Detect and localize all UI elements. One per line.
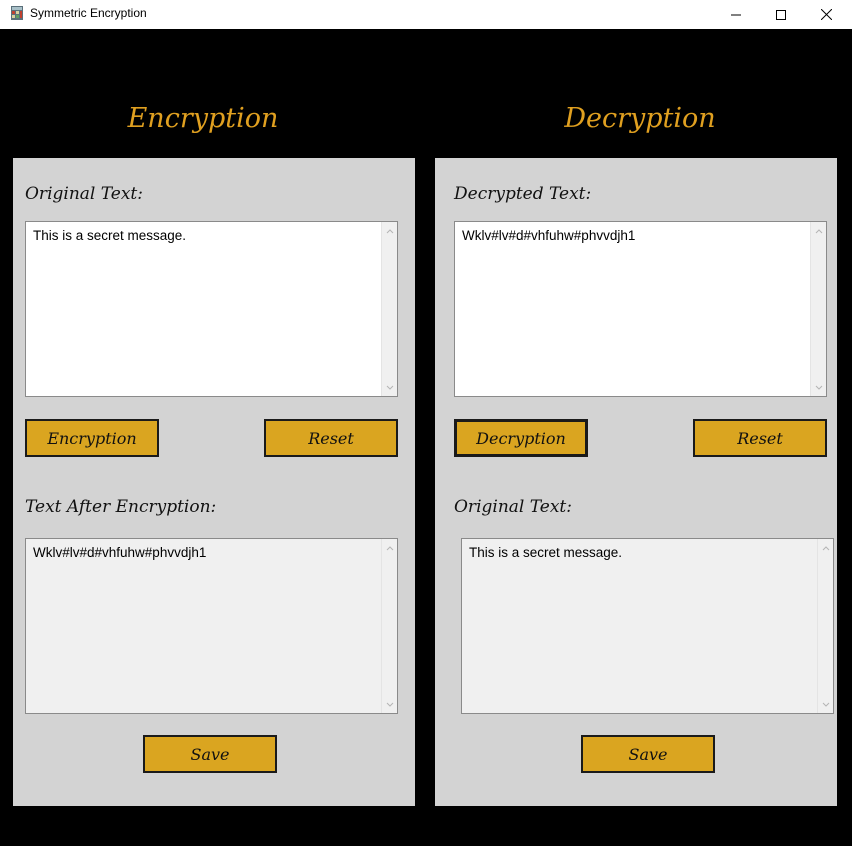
maximize-icon <box>776 9 786 20</box>
encrypted-text-scrollbar[interactable] <box>381 539 397 713</box>
decrypted-text-scrollbar[interactable] <box>810 222 826 396</box>
encrypted-text-output[interactable]: Wklv#lv#d#vhfuhw#phvvdjh1 <box>25 538 398 714</box>
encryption-heading: Encryption <box>127 103 279 134</box>
original-text-output-scrollbar[interactable] <box>817 539 833 713</box>
scroll-down-icon[interactable] <box>382 380 398 394</box>
scroll-up-icon[interactable] <box>382 224 398 238</box>
original-text-input[interactable]: This is a secret message. <box>25 221 398 397</box>
scroll-down-icon[interactable] <box>811 380 827 394</box>
encrypt-button[interactable]: Encryption <box>25 419 159 457</box>
original-text-output-value: This is a secret message. <box>469 545 623 560</box>
scroll-down-icon[interactable] <box>818 697 834 711</box>
close-button[interactable] <box>803 0 849 29</box>
decryption-reset-button[interactable]: Reset <box>693 419 827 457</box>
decryption-panel: Decrypted Text: Wklv#lv#d#vhfuhw#phvvdjh… <box>435 158 837 806</box>
encryption-panel: Original Text: This is a secret message.… <box>13 158 415 806</box>
scroll-up-icon[interactable] <box>382 541 398 555</box>
decryption-save-button[interactable]: Save <box>581 735 715 773</box>
title-bar: Symmetric Encryption <box>0 0 852 29</box>
scroll-up-icon[interactable] <box>811 224 827 238</box>
original-text-value: This is a secret message. <box>33 228 187 243</box>
maximize-button[interactable] <box>758 0 804 29</box>
decrypted-text-value: Wklv#lv#d#vhfuhw#phvvdjh1 <box>462 228 636 243</box>
encryption-reset-button[interactable]: Reset <box>264 419 398 457</box>
original-text-scrollbar[interactable] <box>381 222 397 396</box>
scroll-up-icon[interactable] <box>818 541 834 555</box>
minimize-button[interactable] <box>713 0 759 29</box>
window-title: Symmetric Encryption <box>30 6 147 20</box>
original-text-output-label: Original Text: <box>454 497 572 517</box>
minimize-icon <box>731 14 741 15</box>
encryption-save-button[interactable]: Save <box>143 735 277 773</box>
scroll-down-icon[interactable] <box>382 697 398 711</box>
decrypted-text-input[interactable]: Wklv#lv#d#vhfuhw#phvvdjh1 <box>454 221 827 397</box>
decryption-heading: Decryption <box>564 103 716 134</box>
original-text-output[interactable]: This is a secret message. <box>461 538 834 714</box>
decrypt-button[interactable]: Decryption <box>454 419 588 457</box>
encrypted-text-value: Wklv#lv#d#vhfuhw#phvvdjh1 <box>33 545 207 560</box>
text-after-encryption-label: Text After Encryption: <box>25 497 217 517</box>
app-icon <box>9 5 25 21</box>
close-icon <box>820 9 832 20</box>
original-text-label: Original Text: <box>25 184 143 204</box>
decrypted-text-label: Decrypted Text: <box>454 184 592 204</box>
